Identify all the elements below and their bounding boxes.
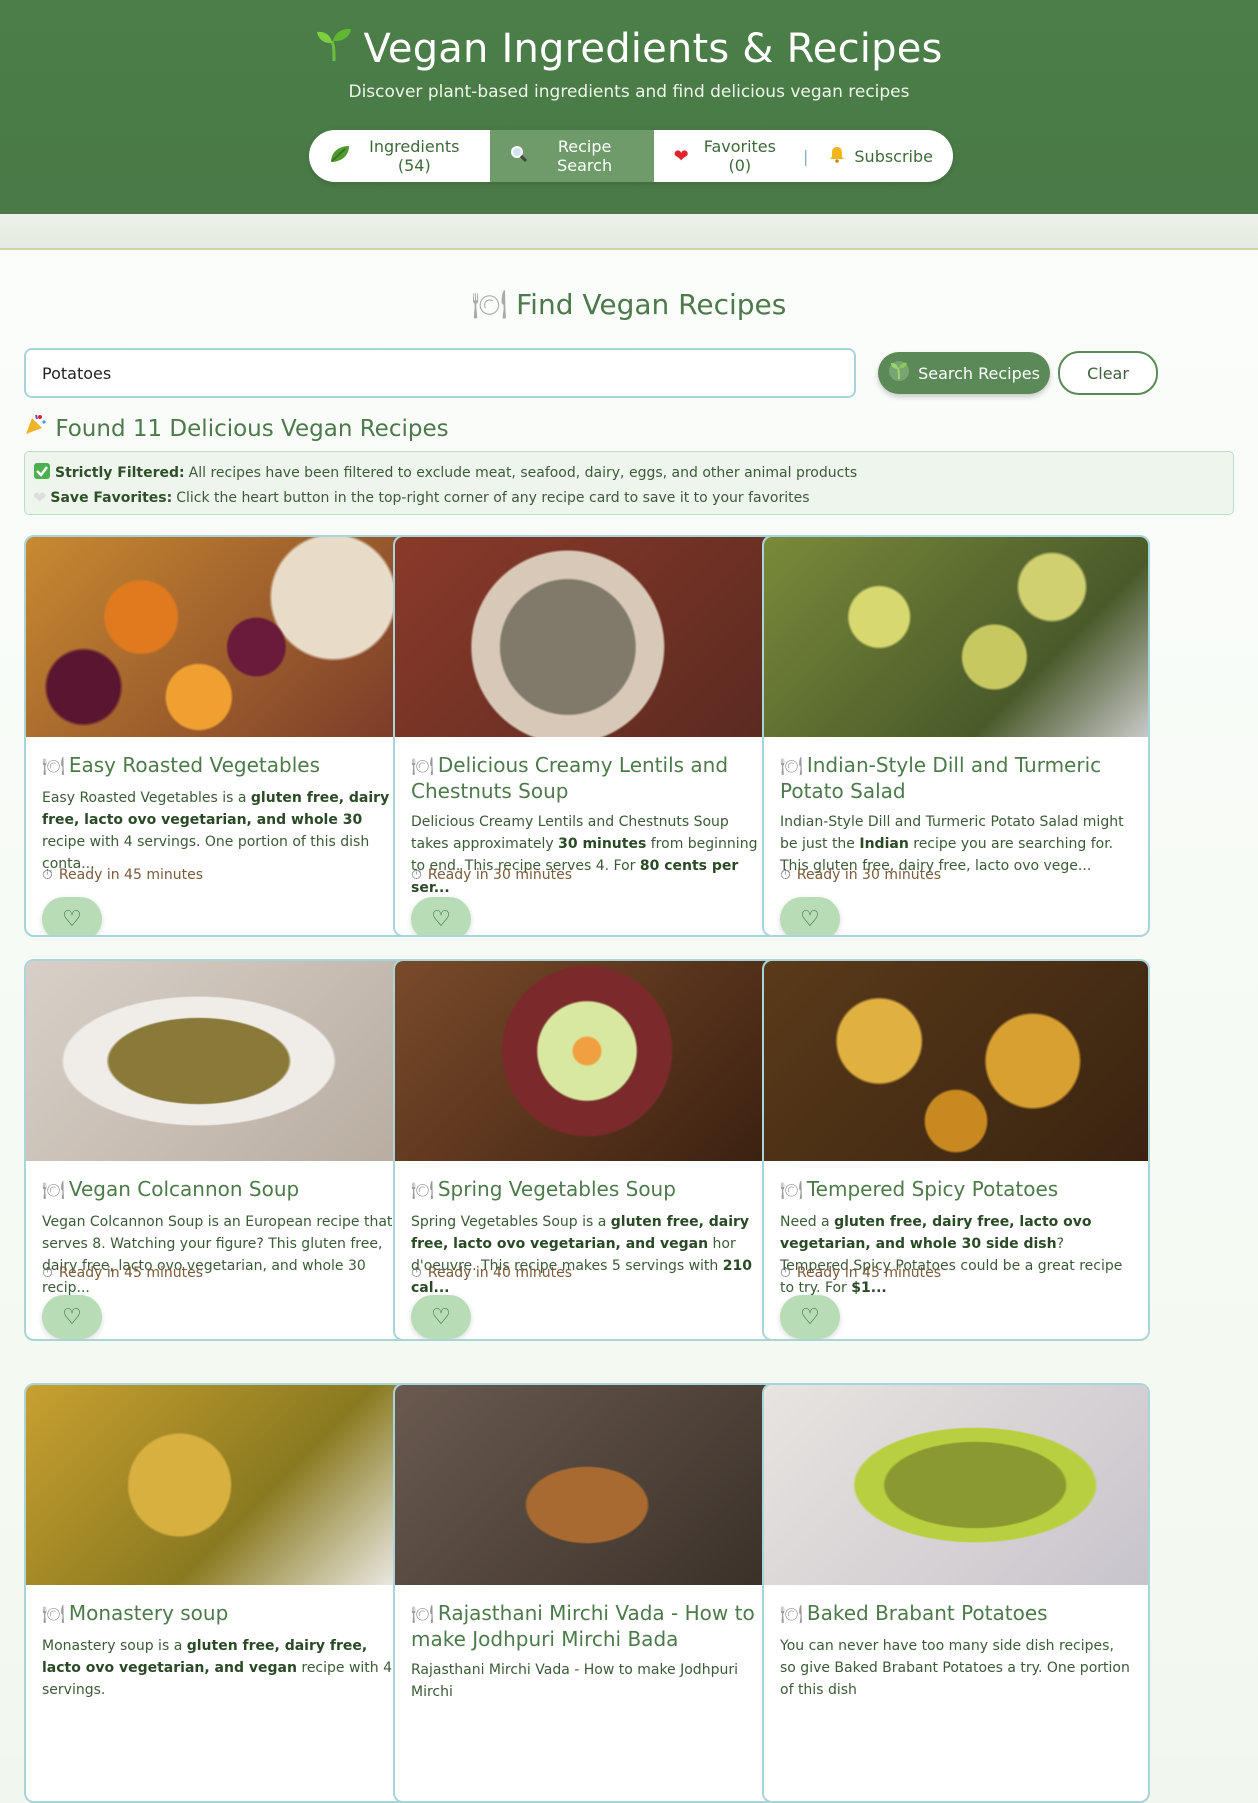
app-subtitle: Discover plant-based ingredients and fin…	[348, 82, 910, 102]
favorite-heart-button[interactable]: ♡	[780, 1295, 840, 1339]
recipe-description: Vegan Colcannon Soup is an European reci…	[42, 1214, 393, 1296]
recipe-search-input[interactable]	[24, 348, 856, 398]
plate-icon: 🍽	[780, 756, 803, 777]
recipe-image	[764, 537, 1148, 737]
recipe-body: 🍽 Easy Roasted Vegetables Easy Roasted Veg…	[26, 737, 410, 875]
recipe-title: 🍽 Delicious Creamy Lentils and Chestnuts …	[411, 753, 729, 803]
sprout-icon	[315, 26, 353, 72]
nav-favorites[interactable]: ❤ Favorites (0)	[654, 130, 803, 182]
recipe-body: 🍽 Rajasthani Mirchi Vada - How to make Jo…	[395, 1585, 779, 1703]
plate-icon: 🍽	[411, 756, 434, 777]
leaf-icon	[329, 144, 351, 168]
recipe-image	[26, 537, 410, 737]
stopwatch-icon: ⏱	[780, 1265, 791, 1281]
favorite-heart-button[interactable]: ♡	[411, 897, 471, 935]
recipe-image	[26, 961, 410, 1161]
ready-time: ⏱ Ready in 30 minutes	[411, 867, 572, 883]
find-recipes-heading: 🍽 Find Vegan Recipes	[471, 288, 787, 321]
recipe-card[interactable]: 🍽 Vegan Colcannon Soup Vegan Colcannon Sou…	[24, 959, 412, 1341]
recipe-image	[395, 1385, 779, 1585]
recipe-body: 🍽 Indian-Style Dill and Turmeric Potato S…	[764, 737, 1148, 877]
recipe-image	[764, 961, 1148, 1161]
ready-time: ⏱ Ready in 45 minutes	[780, 1265, 941, 1281]
recipe-title: 🍽 Baked Brabant Potatoes	[780, 1601, 1048, 1625]
results-count: Found 11 Delicious Vegan Recipes	[24, 412, 449, 442]
plate-icon: 🍽	[42, 1604, 65, 1625]
stopwatch-icon: ⏱	[42, 1265, 53, 1281]
favorite-heart-button[interactable]: ♡	[42, 1295, 102, 1339]
recipe-title: 🍽 Vegan Colcannon Soup	[42, 1177, 300, 1201]
recipe-card[interactable]: 🍽 Delicious Creamy Lentils and Chestnuts …	[393, 535, 781, 937]
notice-save-favorites: ❤ Save Favorites: Click the heart button…	[33, 488, 810, 507]
recipe-card[interactable]: 🍽 Spring Vegetables Soup Spring Vegetables…	[393, 959, 781, 1341]
recipe-card[interactable]: 🍽 Indian-Style Dill and Turmeric Potato S…	[762, 535, 1150, 937]
white-heart-icon: ❤	[33, 488, 47, 507]
recipe-card[interactable]: 🍽 Tempered Spicy Potatoes Need a gluten fr…	[762, 959, 1150, 1341]
magnifier-icon	[510, 145, 528, 167]
divider-band	[0, 214, 1258, 250]
recipe-image	[395, 961, 779, 1161]
recipe-image	[764, 1385, 1148, 1585]
filter-notice: Strictly Filtered: All recipes have been…	[24, 451, 1234, 515]
favorite-heart-button[interactable]: ♡	[411, 1295, 471, 1339]
favorite-heart-button[interactable]: ♡	[42, 897, 102, 935]
notice-strictly-filtered: Strictly Filtered: All recipes have been…	[33, 460, 1225, 485]
ready-time: ⏱ Ready in 40 minutes	[411, 1265, 572, 1281]
recipe-body: 🍽 Monastery soup Monastery soup is a glute…	[26, 1585, 410, 1701]
main-content: 🍽 Find Vegan Recipes Search Recipes Clea…	[0, 250, 1258, 1803]
recipe-image	[395, 537, 779, 737]
recipe-description: Spring Vegetables Soup is a gluten free,…	[411, 1214, 752, 1296]
nav-recipe-search[interactable]: Recipe Search	[489, 130, 654, 182]
plate-icon: 🍽	[471, 288, 508, 321]
header: Vegan Ingredients & Recipes Discover pla…	[0, 0, 1258, 214]
plate-icon: 🍽	[411, 1180, 434, 1201]
app-title: Vegan Ingredients & Recipes	[0, 0, 1258, 72]
stopwatch-icon: ⏱	[42, 867, 53, 883]
plate-icon: 🍽	[780, 1604, 803, 1625]
plate-icon: 🍽	[42, 1180, 65, 1201]
recipe-card[interactable]: 🍽 Baked Brabant Potatoes You can never hav…	[762, 1383, 1150, 1803]
recipe-card[interactable]: 🍽 Monastery soup Monastery soup is a glute…	[24, 1383, 412, 1803]
plate-icon: 🍽	[42, 756, 65, 777]
recipe-title: 🍽 Monastery soup	[42, 1601, 229, 1625]
recipe-title: 🍽 Spring Vegetables Soup	[411, 1177, 676, 1201]
nav-subscribe[interactable]: Subscribe	[808, 130, 953, 182]
recipe-image	[26, 1385, 410, 1585]
ready-time: ⏱ Ready in 45 minutes	[42, 1265, 203, 1281]
plate-icon: 🍽	[780, 1180, 803, 1201]
ready-time: ⏱ Ready in 30 minutes	[780, 867, 941, 883]
heart-icon: ❤	[673, 145, 689, 167]
check-icon	[33, 462, 51, 484]
recipe-description: Delicious Creamy Lentils and Chestnuts S…	[411, 814, 758, 896]
stopwatch-icon: ⏱	[780, 867, 791, 883]
recipe-title: 🍽 Easy Roasted Vegetables	[42, 753, 320, 777]
main-nav: Ingredients (54) Recipe Search ❤ Favorit…	[309, 130, 953, 182]
favorite-heart-button[interactable]: ♡	[780, 897, 840, 935]
nav-ingredients[interactable]: Ingredients (54)	[309, 130, 490, 182]
stopwatch-icon: ⏱	[411, 867, 422, 883]
recipe-description: Need a gluten free, dairy free, lacto ov…	[780, 1214, 1123, 1296]
ready-time: ⏱ Ready in 45 minutes	[42, 867, 203, 883]
plate-icon: 🍽	[411, 1604, 434, 1625]
bell-icon	[828, 145, 846, 167]
recipe-title: 🍽 Indian-Style Dill and Turmeric Potato S…	[780, 753, 1102, 803]
clear-button[interactable]: Clear	[1058, 351, 1158, 395]
sprout-icon	[888, 360, 910, 386]
recipe-description: Monastery soup is a gluten free, dairy f…	[42, 1638, 393, 1698]
stopwatch-icon: ⏱	[411, 1265, 422, 1281]
recipe-card[interactable]: 🍽 Easy Roasted Vegetables Easy Roasted Veg…	[24, 535, 412, 937]
search-row: Search Recipes Clear	[24, 348, 1158, 398]
recipe-card[interactable]: 🍽 Rajasthani Mirchi Vada - How to make Jo…	[393, 1383, 781, 1803]
recipe-description: Rajasthani Mirchi Vada - How to make Jod…	[411, 1662, 738, 1700]
party-popper-icon	[24, 414, 48, 442]
recipe-description: You can never have too many side dish re…	[780, 1638, 1130, 1698]
search-recipes-button[interactable]: Search Recipes	[878, 352, 1050, 394]
recipe-title: 🍽 Tempered Spicy Potatoes	[780, 1177, 1059, 1201]
recipe-description: Easy Roasted Vegetables is a gluten free…	[42, 790, 390, 872]
recipe-body: 🍽 Baked Brabant Potatoes You can never hav…	[764, 1585, 1148, 1701]
recipe-title: 🍽 Rajasthani Mirchi Vada - How to make Jo…	[411, 1601, 755, 1651]
